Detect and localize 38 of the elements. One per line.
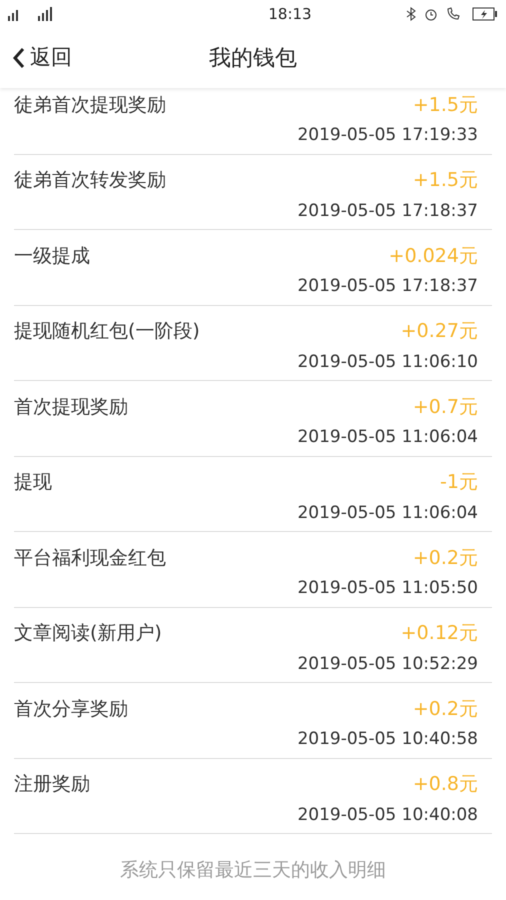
record-time: 2019-05-05 11:06:04 bbox=[297, 426, 478, 449]
chevron-left-icon bbox=[12, 47, 26, 69]
record-amount: +0.7元 bbox=[412, 394, 479, 420]
record-title: 首次提现奖励 bbox=[14, 394, 128, 420]
record-time: 2019-05-05 11:06:10 bbox=[297, 350, 478, 374]
record-title: 注册奖励 bbox=[14, 772, 90, 798]
record-title: 首次分享奖励 bbox=[14, 696, 128, 722]
record-time: 2019-05-05 10:40:08 bbox=[297, 804, 478, 826]
record-time: 2019-05-05 17:19:33 bbox=[297, 124, 478, 147]
record-title: 提现 bbox=[14, 470, 52, 496]
record-amount: +0.2元 bbox=[412, 696, 479, 722]
status-time: 18:13 bbox=[268, 4, 312, 25]
record-title: 徒弟首次提现奖励 bbox=[14, 92, 166, 118]
record-time: 2019-05-05 17:18:37 bbox=[297, 275, 478, 298]
record-time: 2019-05-05 17:18:37 bbox=[297, 200, 478, 222]
record-amount: -1元 bbox=[440, 470, 479, 496]
record-amount: +0.8元 bbox=[412, 772, 479, 798]
back-button[interactable]: 返回 bbox=[0, 42, 72, 74]
footer-note: 系统只保留最近三天的收入明细 bbox=[120, 858, 386, 883]
record-amount: +0.2元 bbox=[412, 546, 479, 571]
record-amount: +0.024元 bbox=[388, 244, 479, 269]
record-title: 文章阅读(新用户) bbox=[14, 621, 162, 646]
battery-icon bbox=[472, 7, 498, 21]
record-title: 一级提成 bbox=[14, 244, 90, 269]
record-time: 2019-05-05 11:06:04 bbox=[297, 502, 478, 524]
record-title: 平台福利现金红包 bbox=[14, 546, 166, 571]
page-title: 我的钱包 bbox=[209, 44, 297, 72]
record-title: 徒弟首次转发奖励 bbox=[14, 168, 166, 194]
alarm-icon bbox=[424, 7, 438, 21]
record-time: 2019-05-05 10:40:58 bbox=[297, 728, 478, 751]
record-amount: +1.5元 bbox=[412, 168, 479, 194]
record-time: 2019-05-05 11:05:50 bbox=[297, 577, 478, 600]
record-amount: +0.27元 bbox=[400, 319, 479, 344]
record-time: 2019-05-05 10:52:29 bbox=[297, 652, 478, 676]
bluetooth-icon bbox=[406, 7, 416, 21]
record-amount: +0.12元 bbox=[400, 621, 479, 646]
record-title: 提现随机红包(一阶段) bbox=[14, 319, 200, 344]
record-amount: +1.5元 bbox=[412, 92, 479, 118]
